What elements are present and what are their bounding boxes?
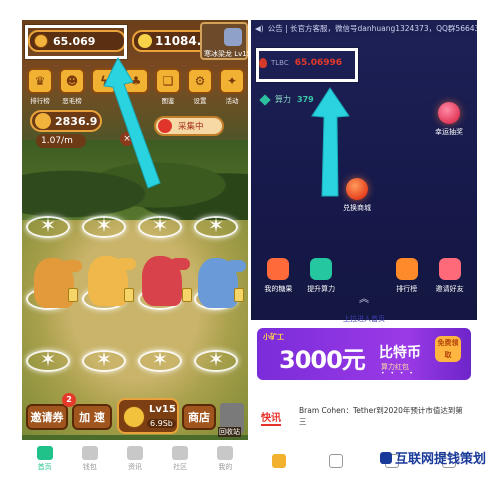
feature-boost-power[interactable]: 提升算力 [300,258,343,294]
gift-icon: ♣ [123,68,149,94]
highlight-box-right [256,48,358,82]
left-tab-bar: 首页 钱包 资讯 社区 我的 [22,440,248,478]
lucky-draw-icon [438,102,460,124]
game-screen: 65.069 11084.2 寒冰梁龙 Lv15 ♛ 排行榜 ☻ 恶毛榜 ϟ ♣ ❏… [22,20,248,478]
promo-banner[interactable]: 小矿工 3000元 比特币 算力红包 免费领取 • • • • [257,328,471,380]
announcement-bar[interactable]: ◀) 公告 | 长官方客服，微信号danhuang1324373，QQ群5664… [251,20,477,36]
tab-community[interactable]: 社区 [160,446,200,472]
profile-icon [217,446,234,460]
player-level: 寒冰梁龙 Lv15 [204,50,248,58]
production-rate: 1.07/m [36,134,86,148]
invite-icon [438,258,461,280]
summon-slot[interactable] [26,347,70,372]
coin-tag-icon [234,288,244,302]
summon-slot[interactable] [82,347,126,372]
announcement-text: 公告 | 长官方客服，微信号danhuang1324373，QQ群5664352… [267,23,477,33]
feature-spacer [343,258,386,294]
tab-news[interactable]: 资讯 [115,446,155,472]
book-icon: ❏ [155,68,181,94]
summon-slot[interactable] [194,213,238,238]
home-icon [272,454,287,468]
dinosaur-red[interactable] [142,256,190,306]
tab-profile[interactable]: 我的 [205,446,245,472]
production-amount: 2836.9 [30,110,102,132]
exchange-icon [346,178,368,200]
diamond-icon [310,258,333,280]
candy-icon [267,258,290,280]
gold-coin-icon [123,406,145,428]
buy-dinosaur-button[interactable]: Lv15 6.9Sb [117,398,179,434]
gear-icon: ⚙ [187,68,213,94]
claim-free-button[interactable]: 免费领取 [435,336,461,362]
tab-wallet[interactable]: 钱包 [70,446,110,472]
coin-tag-icon [124,288,134,302]
mining-status-button[interactable]: 采集中 [154,116,224,136]
banner-coin: 比特币 [379,345,421,361]
pickaxe-icon [158,119,172,133]
news-flash[interactable]: 快讯 Bram Cohen：Tether到2020年预计市值达到第三 [261,405,471,435]
coin-tag-icon [68,288,78,302]
coin-tag-icon [182,288,192,302]
watermark: 互联网提钱策划 [380,448,486,467]
feature-ranking[interactable]: 排行榜 [385,258,428,294]
news-icon [126,446,143,460]
screenshot-root: 65.069 11084.2 寒冰梁龙 Lv15 ♛ 排行榜 ☻ 恶毛榜 ϟ ♣ ❏… [0,0,497,497]
summon-slot[interactable] [138,213,182,238]
bolt-icon: ϟ [91,68,117,94]
highlight-box-left [25,25,127,59]
player-profile[interactable]: 寒冰梁龙 Lv15 [200,22,248,60]
summon-slot[interactable] [194,347,238,372]
tool-settings[interactable]: ⚙ 设置 [186,68,214,105]
rank-icon [395,258,418,280]
hash-power: 算力 379 [259,93,314,106]
tool-bolt[interactable]: ϟ [90,68,118,105]
tool-gift[interactable]: ♣ [122,68,150,105]
banner-amount: 3000元 [279,346,366,374]
invite-voucher-button[interactable]: 邀请券 [26,404,68,430]
tool-ranking[interactable]: ♛ 排行榜 [26,68,54,105]
avatar [224,28,242,46]
news-tag: 快讯 [261,409,281,426]
summon-slot[interactable] [82,213,126,238]
beard-icon: ☻ [59,68,85,94]
speed-up-button[interactable]: 加 速 [72,404,112,430]
tool-event[interactable]: ✦ 活动 [218,68,246,105]
feature-invite[interactable]: 邀请好友 [428,258,471,294]
wallet-icon [81,446,98,460]
exchange-store-bubble[interactable]: 兑换商城 [343,178,371,213]
diamond-icon [259,93,271,106]
shop-button[interactable]: 商店 [182,404,216,430]
chevron-up-icon[interactable]: ︽ [359,290,369,305]
close-icon[interactable]: × [120,132,134,146]
tab-document[interactable] [328,454,343,468]
gold-coin-icon [138,34,152,48]
summon-slot[interactable] [138,347,182,372]
mining-app-screen: ◀) 公告 | 长官方客服，微信号danhuang1324373，QQ群5664… [251,20,477,478]
tool-bar: ♛ 排行榜 ☻ 恶毛榜 ϟ ♣ ❏ 图鉴 ⚙ 设置 ✦ 活动 [26,68,246,105]
summon-slot[interactable] [26,213,70,238]
speaker-icon: ◀) [255,23,264,33]
feature-row: 我的糖果 提升算力 排行榜 邀请好友 [257,258,471,294]
tab-home[interactable]: 首页 [25,446,65,472]
trophy-icon: ♛ [27,68,53,94]
document-icon [328,454,343,468]
recycle-bin-label: 回收站 [218,427,241,437]
event-icon: ✦ [219,68,245,94]
hash-power-value: 379 [297,95,314,104]
tab-home[interactable] [272,454,287,468]
news-text: Bram Cohen：Tether到2020年预计市值达到第三 [299,406,463,426]
home-icon [36,446,53,460]
coin-stack-icon [35,113,51,129]
lucky-draw-bubble[interactable]: 幸运抽奖 [435,102,463,137]
tool-book[interactable]: ❏ 图鉴 [154,68,182,105]
tool-beard[interactable]: ☻ 恶毛榜 [58,68,86,105]
recycle-bin[interactable]: 回收站 [218,403,244,437]
dinosaur-blue[interactable] [198,258,246,308]
dinosaur-yellow[interactable] [88,256,136,306]
community-icon [172,446,189,460]
carousel-dots: • • • • [381,370,415,377]
feature-my-candy[interactable]: 我的糖果 [257,258,300,294]
pull-up-hint: 上拉进入首页 [343,315,385,323]
